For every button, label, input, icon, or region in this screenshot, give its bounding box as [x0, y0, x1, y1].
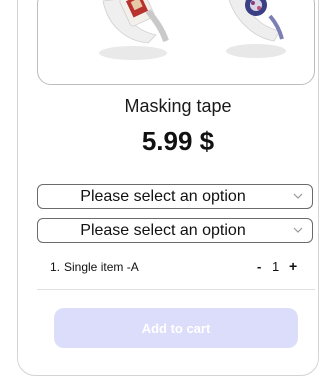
masking-tape-photo: [99, 0, 286, 60]
chevron-down-icon: [293, 193, 303, 199]
product-image: [37, 0, 315, 85]
option-select-value: Please select an option: [80, 188, 246, 205]
chevron-down-icon: [293, 227, 303, 233]
decrease-quantity-button[interactable]: -: [257, 259, 261, 274]
option-select-2[interactable]: Please select an option: [37, 218, 313, 243]
increase-quantity-button[interactable]: +: [289, 258, 297, 274]
add-to-cart-button[interactable]: Add to cart: [54, 308, 298, 348]
item-index: 1.: [50, 260, 61, 274]
product-price: 5.99 $: [141, 126, 215, 156]
item-name: Single item -A: [64, 260, 139, 274]
quantity-row: 1. Single item -A - 1 +: [50, 258, 306, 278]
divider: [37, 289, 315, 290]
quantity-value: 1: [272, 259, 280, 274]
option-select-1[interactable]: Please select an option: [37, 184, 313, 209]
option-select-value: Please select an option: [80, 222, 246, 239]
product-title: Masking tape: [124, 96, 232, 116]
